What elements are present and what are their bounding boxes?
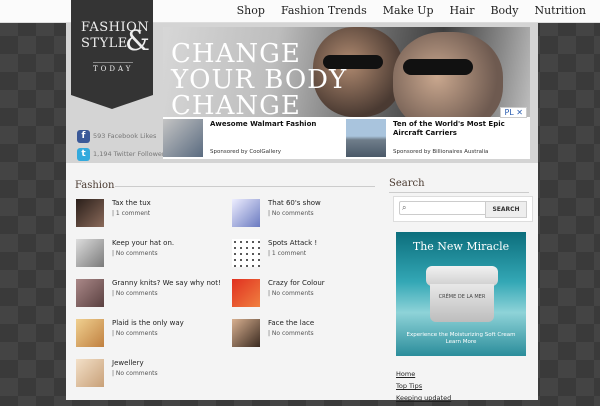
facebook-icon: f — [77, 129, 90, 143]
cream-jar-image: CRÈME DE LA MER — [426, 266, 498, 324]
section-divider — [389, 192, 529, 193]
main-nav: Shop Fashion Trends Make Up Hair Body Nu… — [237, 4, 586, 17]
ad-thumbnail — [346, 119, 386, 157]
cream-caption-line: Experience the Moisturizing Soft Cream — [406, 332, 516, 338]
jar-lid — [426, 266, 498, 286]
post-comments[interactable]: | 1 comment — [112, 210, 150, 217]
search-button[interactable]: SEARCH — [485, 201, 527, 218]
post-comments[interactable]: | No comments — [112, 250, 158, 257]
post-title[interactable]: Granny knits? We say why not! — [112, 279, 221, 287]
twitter-icon: t — [77, 147, 90, 161]
sidebar-links: Home Top Tips Keeping updated — [396, 370, 451, 406]
ad-thumbnail — [163, 119, 203, 157]
post-comments[interactable]: | No comments — [112, 290, 158, 297]
cream-advertisement[interactable]: The New Miracle CRÈME DE LA MER Experien… — [396, 232, 526, 356]
post-thumbnail — [232, 279, 260, 307]
nav-shop[interactable]: Shop — [237, 4, 265, 17]
link-keeping-updated[interactable]: Keeping updated — [396, 394, 451, 402]
logo-line2: STYLE — [81, 36, 128, 51]
jar-body — [430, 284, 494, 322]
post-title[interactable]: Jewellery — [112, 359, 144, 367]
close-icon: ✕ — [516, 108, 523, 117]
list-item[interactable]: That 60's show | No comments — [232, 199, 382, 229]
ad-title: Ten of the World's Most Epic Aircraft Ca… — [393, 120, 505, 137]
nav-nutrition[interactable]: Nutrition — [534, 4, 586, 17]
list-item[interactable]: Jewellery | No comments — [76, 359, 226, 389]
link-home[interactable]: Home — [396, 370, 451, 378]
link-top-tips[interactable]: Top Tips — [396, 382, 451, 390]
search-input[interactable] — [399, 201, 493, 215]
post-comments[interactable]: | No comments — [268, 330, 314, 337]
post-comments[interactable]: | No comments — [268, 290, 314, 297]
post-title[interactable]: Plaid is the only way — [112, 319, 184, 327]
ad-badge-label: PL — [504, 108, 514, 117]
search-icon: ⌕ — [402, 203, 407, 212]
post-thumbnail — [232, 199, 260, 227]
post-thumbnail — [232, 239, 260, 267]
post-title[interactable]: Face the lace — [268, 319, 314, 327]
post-title[interactable]: That 60's show — [268, 199, 321, 207]
site-logo[interactable]: FASHION STYLE & TODAY — [71, 0, 153, 95]
ad-close-badge[interactable]: PL ✕ — [500, 107, 527, 118]
post-title[interactable]: Keep your hat on. — [112, 239, 174, 247]
jar-brand: CRÈME DE LA MER — [438, 294, 486, 300]
ad-title: Awesome Walmart Fashion — [210, 120, 317, 128]
banner-headline: CHANGE YOUR BODY CHANGE — [171, 41, 347, 119]
cream-ad-title: The New Miracle — [412, 240, 510, 253]
facebook-likes: 593 Facebook Likes — [93, 132, 157, 140]
headline-line: CHANGE — [171, 39, 301, 69]
list-item[interactable]: Plaid is the only way | No comments — [76, 319, 226, 349]
post-comments[interactable]: | No comments — [112, 330, 158, 337]
post-thumbnail — [76, 279, 104, 307]
ad-item[interactable]: Ten of the World's Most Epic Aircraft Ca… — [346, 107, 529, 159]
post-title[interactable]: Tax the tux — [112, 199, 151, 207]
headline-line: CHANGE — [171, 91, 301, 121]
logo-line3: TODAY — [93, 62, 134, 73]
post-title[interactable]: Crazy for Colour — [268, 279, 325, 287]
sponsored-ad-strip: Awesome Walmart Fashion Sponsored by Coo… — [163, 107, 530, 159]
ad-item[interactable]: Awesome Walmart Fashion Sponsored by Coo… — [163, 117, 346, 159]
post-thumbnail — [232, 319, 260, 347]
list-item[interactable]: Keep your hat on. | No comments — [76, 239, 226, 269]
post-title[interactable]: Spots Attack ! — [268, 239, 317, 247]
list-item[interactable]: Spots Attack ! | 1 comment — [232, 239, 382, 269]
search-section-title: Search — [389, 178, 425, 189]
post-thumbnail — [76, 359, 104, 387]
ad-sponsor: Sponsored by Billionaires Australia — [393, 149, 489, 155]
fashion-section-title: Fashion — [75, 180, 115, 191]
nav-body[interactable]: Body — [490, 4, 518, 17]
post-comments[interactable]: | No comments — [112, 370, 158, 377]
logo-ampersand: & — [125, 24, 150, 57]
social-counts: f 593 Facebook Likes t 1,194 Twitter Fol… — [77, 128, 168, 164]
twitter-row[interactable]: t 1,194 Twitter Followers — [77, 146, 168, 162]
post-thumbnail — [76, 319, 104, 347]
post-thumbnail — [76, 239, 104, 267]
list-item[interactable]: Crazy for Colour | No comments — [232, 279, 382, 309]
search-widget: ⌕ SEARCH — [393, 196, 533, 222]
logo-ribbon-tip — [71, 95, 153, 109]
list-item[interactable]: Granny knits? We say why not! | No comme… — [76, 279, 226, 309]
post-comments[interactable]: | 1 comment — [268, 250, 306, 257]
cream-learn-more[interactable]: Learn More — [396, 339, 526, 346]
nav-make-up[interactable]: Make Up — [383, 4, 434, 17]
post-thumbnail — [76, 199, 104, 227]
post-comments[interactable]: | No comments — [268, 210, 314, 217]
twitter-followers: 1,194 Twitter Followers — [93, 150, 168, 158]
sunglasses-graphic — [403, 59, 473, 75]
headline-line: YOUR BODY — [171, 65, 348, 95]
facebook-row[interactable]: f 593 Facebook Likes — [77, 128, 168, 144]
list-item[interactable]: Face the lace | No comments — [232, 319, 382, 349]
section-divider — [115, 186, 375, 187]
cream-ad-caption: Experience the Moisturizing Soft Cream L… — [396, 332, 526, 346]
ad-sponsor: Sponsored by CoolGallery — [210, 149, 282, 155]
nav-hair[interactable]: Hair — [450, 4, 475, 17]
nav-fashion-trends[interactable]: Fashion Trends — [281, 4, 367, 17]
list-item[interactable]: Tax the tux | 1 comment — [76, 199, 226, 229]
